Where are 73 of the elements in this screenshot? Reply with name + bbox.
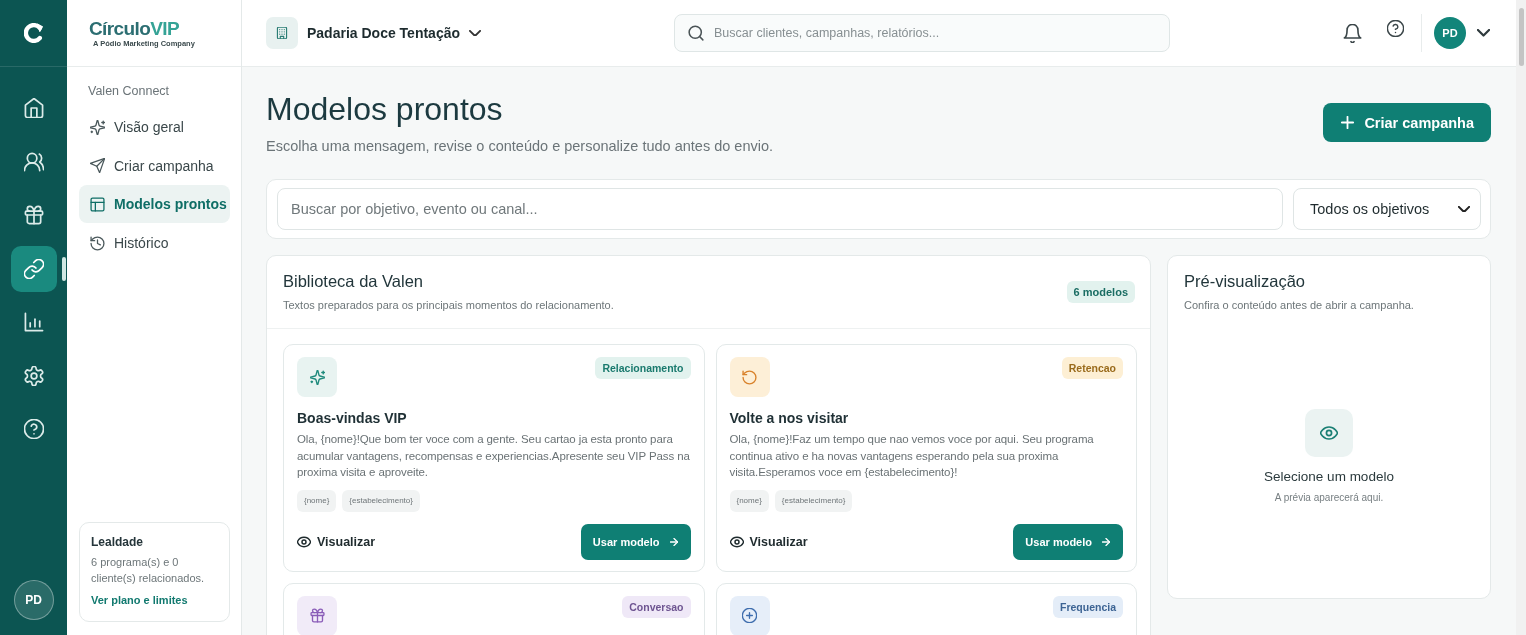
page-subtitle: Escolha uma mensagem, revise o conteúdo e personalize tudo antes do envio. <box>266 137 773 155</box>
template-text: Ola, {nome}!Que bom ter voce com a gente. Seu cartao ja esta pronto para acumular vantagens, recompensas e experiencias.Apresente seu VIP Pass na proxima visita e aproveite. <box>297 432 691 480</box>
category-tag: Relacionamento <box>595 357 691 379</box>
rail-nav-button[interactable] <box>10 245 57 292</box>
use-template-button[interactable]: Usar modelo <box>580 523 691 560</box>
library-title: Biblioteca da Valen <box>283 271 424 291</box>
eye-icon <box>297 534 311 549</box>
empty-text: A prévia aparecerá aqui. <box>1274 491 1384 504</box>
users-icon <box>23 151 44 172</box>
chevron-icon <box>469 29 482 37</box>
history-icon <box>90 235 105 251</box>
sparkles-icon <box>297 357 337 397</box>
user-avatar[interactable]: PD <box>13 580 54 620</box>
scrollbar[interactable] <box>1516 0 1526 635</box>
search-field[interactable]: Buscar clientes, campanhas, relatórios... <box>674 14 1170 52</box>
plan-title: Lealdade <box>91 535 144 550</box>
variable-chip: {nome} <box>729 489 769 512</box>
empty-title: Selecione um modelo <box>1264 467 1394 486</box>
arrow-right-icon <box>669 537 678 546</box>
brand-logo: CírculoVIP <box>89 18 180 39</box>
plan-text: 6 programa(s) e 0 cliente(s) relacionados. <box>91 555 206 586</box>
template-text: Ola, {nome}!Faz um tempo que nao vemos voce por aqui. Seu programa continua ativo e ha novas vantagens esperando pela sua proxima visita.Esperamos voce em {estabelecimento}! <box>729 432 1095 480</box>
chevron-icon <box>1458 205 1470 213</box>
building-icon <box>266 17 298 49</box>
sparkles-icon <box>90 119 105 135</box>
scrollbar-thumb[interactable] <box>1519 8 1524 66</box>
preview-button[interactable]: Visualizar <box>297 534 376 549</box>
bell-icon[interactable] <box>1343 23 1362 43</box>
rotate-icon <box>729 357 770 397</box>
objective-select[interactable]: Todos os objetivos <box>1293 188 1481 230</box>
variable-chip: {estabelecimento} <box>342 489 420 512</box>
category-tag: Retencao <box>1061 357 1123 379</box>
variable-chip: {estabelecimento} <box>774 489 853 512</box>
layout-icon <box>90 196 105 212</box>
logo-icon <box>23 23 44 43</box>
eye-icon <box>729 534 744 549</box>
variable-chip: {nome} <box>297 489 337 512</box>
category-tag: Conversao <box>622 595 691 618</box>
chevron-icon[interactable] <box>1477 29 1490 37</box>
use-template-button[interactable]: Usar modelo <box>1013 523 1123 560</box>
preview-title: Pré-visualização <box>1184 271 1306 291</box>
arrow-right-icon <box>1102 537 1110 546</box>
create-campaign-button[interactable]: Criar campanha <box>1323 103 1491 142</box>
section-label: Valen Connect <box>87 83 170 99</box>
plus-icon <box>1341 116 1355 129</box>
active-indicator <box>62 256 66 281</box>
sidebar-item[interactable]: Histórico <box>79 224 230 263</box>
category-tag: Frequencia <box>1052 595 1123 618</box>
help-icon[interactable] <box>1387 19 1404 37</box>
sidebar-item[interactable]: Visão geral <box>79 108 230 146</box>
link-icon <box>23 258 44 279</box>
preview-button[interactable]: Visualizar <box>729 534 808 549</box>
plan-link[interactable]: Ver plano e limites <box>91 593 188 607</box>
business-selector[interactable]: Padaria Doce Tentação <box>266 17 482 49</box>
template-search-field[interactable]: Buscar por objetivo, evento ou canal... <box>277 188 1283 230</box>
help-icon <box>23 419 44 439</box>
gift-icon <box>297 595 337 635</box>
paper-plane-icon <box>90 158 105 174</box>
sidebar-item[interactable]: Modelos prontos <box>79 185 230 224</box>
page-title: Modelos prontos <box>266 90 504 128</box>
template-title: Volte a nos visitar <box>729 409 849 428</box>
sidebar-item[interactable]: Criar campanha <box>79 146 230 185</box>
home-icon <box>23 98 44 118</box>
library-subtitle: Textos preparados para os principais momentos do relacionamento. <box>283 298 614 312</box>
search-icon <box>688 25 704 41</box>
bar-chart-icon <box>23 312 44 332</box>
gift-icon <box>23 205 44 225</box>
template-title: Boas-vindas VIP <box>297 409 407 428</box>
settings-icon <box>23 365 44 386</box>
template-count: 6 modelos <box>1066 280 1135 303</box>
eye-icon <box>1305 408 1353 457</box>
user-avatar[interactable]: PD <box>1434 17 1466 49</box>
preview-subtitle: Confira o conteúdo antes de abrir a campanha. <box>1184 298 1414 312</box>
